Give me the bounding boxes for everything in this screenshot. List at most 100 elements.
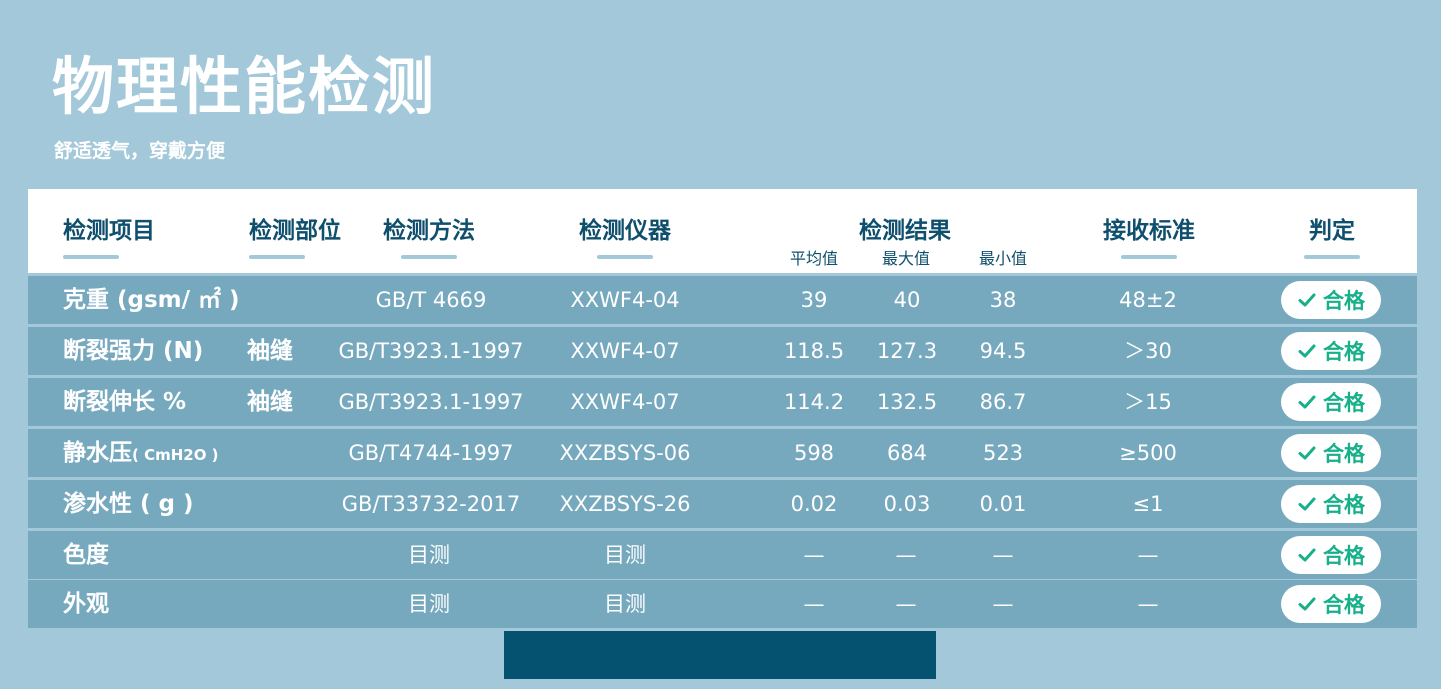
judgement-label: 合格	[1323, 493, 1365, 517]
pass-badge: 合格	[1281, 485, 1381, 523]
row-method: 目测	[408, 592, 450, 616]
row-max: 127.3	[876, 339, 938, 363]
row-method: GB/T3923.1-1997	[338, 390, 524, 414]
row-avg: —	[803, 592, 825, 616]
check-icon	[1298, 597, 1316, 611]
bottom-bar	[504, 631, 936, 679]
row-method: GB/T3923.1-1997	[338, 339, 524, 363]
header-underline	[1304, 255, 1360, 259]
table-row: 外观 目测 目测 — — — — 合格	[28, 580, 1417, 628]
header-underline	[249, 255, 305, 259]
row-method: GB/T 4669	[375, 288, 487, 312]
row-standard: ≥500	[1119, 441, 1177, 465]
check-icon	[1298, 395, 1316, 409]
row-min: 523	[982, 441, 1024, 465]
row-avg: 0.02	[790, 492, 838, 516]
pass-badge: 合格	[1281, 536, 1381, 574]
page-subtitle: 舒适透气，穿戴方便	[54, 140, 226, 162]
row-instrument: 目测	[604, 592, 646, 616]
subheader-max: 最大值	[881, 249, 931, 268]
row-standard: 48±2	[1119, 288, 1177, 312]
row-instrument: XXWF4-07	[570, 339, 680, 363]
table-row: 断裂伸长 % 袖缝 GB/T3923.1-1997 XXWF4-07 114.2…	[28, 378, 1417, 426]
check-icon	[1298, 446, 1316, 460]
row-method: GB/T4744-1997	[348, 441, 514, 465]
header-instrument: 检测仪器	[579, 218, 671, 244]
row-item-unit: ( CmH2O )	[132, 446, 219, 464]
row-avg: 39	[800, 288, 828, 312]
header-underline	[1121, 255, 1177, 259]
row-item: 静水压( CmH2O )	[63, 429, 219, 477]
row-min: 38	[989, 288, 1017, 312]
judgement-label: 合格	[1323, 442, 1365, 466]
row-standard: —	[1137, 592, 1159, 616]
table-row: 断裂强力 (N) 袖缝 GB/T3923.1-1997 XXWF4-07 118…	[28, 327, 1417, 375]
row-instrument: XXWF4-04	[570, 288, 680, 312]
row-item: 断裂伸长 %	[63, 389, 187, 415]
pass-badge: 合格	[1281, 434, 1381, 472]
table-row: 克重 (gsm/ ㎡ ) GB/T 4669 XXWF4-04 39 40 38…	[28, 276, 1417, 324]
header-item: 检测项目	[63, 218, 155, 244]
row-item: 外观	[63, 591, 109, 617]
row-part: 袖缝	[247, 389, 293, 415]
table-header: 检测项目 检测部位 检测方法 检测仪器 检测结果 平均值 最大值 最小值 接收标…	[28, 189, 1417, 273]
table-row: 色度 目测 目测 — — — — 合格	[28, 531, 1417, 579]
row-part: 袖缝	[247, 338, 293, 364]
subheader-avg: 平均值	[789, 249, 839, 268]
row-standard: ≤1	[1132, 492, 1164, 516]
row-max: 0.03	[883, 492, 931, 516]
row-min: 86.7	[979, 390, 1027, 414]
pass-badge: 合格	[1281, 383, 1381, 421]
row-instrument: XXZBSYS-26	[559, 492, 691, 516]
row-avg: 118.5	[783, 339, 845, 363]
row-method: 目测	[408, 543, 450, 567]
header-underline	[63, 255, 119, 259]
row-max: —	[895, 592, 917, 616]
row-standard: ＞15	[1124, 390, 1172, 414]
check-icon	[1298, 293, 1316, 307]
row-instrument: XXWF4-07	[570, 390, 680, 414]
table-row: 渗水性 ( g ) GB/T33732-2017 XXZBSYS-26 0.02…	[28, 480, 1417, 528]
row-max: 132.5	[876, 390, 938, 414]
check-icon	[1298, 344, 1316, 358]
header-part: 检测部位	[249, 218, 341, 244]
header-result: 检测结果	[859, 218, 951, 244]
pass-badge: 合格	[1281, 281, 1381, 319]
row-item: 断裂强力 (N)	[63, 338, 204, 364]
judgement-label: 合格	[1323, 544, 1365, 568]
row-max: 40	[893, 288, 921, 312]
header-underline	[401, 255, 457, 259]
row-standard: —	[1137, 543, 1159, 567]
row-min: —	[992, 543, 1014, 567]
row-item: 渗水性 ( g )	[63, 491, 194, 517]
row-instrument: XXZBSYS-06	[559, 441, 691, 465]
row-max: 684	[886, 441, 928, 465]
pass-badge: 合格	[1281, 332, 1381, 370]
row-min: —	[992, 592, 1014, 616]
header-judgement: 判定	[1309, 218, 1355, 244]
row-avg: 598	[793, 441, 835, 465]
row-avg: 114.2	[783, 390, 845, 414]
subheader-min: 最小值	[978, 249, 1028, 268]
row-avg: —	[803, 543, 825, 567]
judgement-label: 合格	[1323, 593, 1365, 617]
judgement-label: 合格	[1323, 340, 1365, 364]
header-standard: 接收标准	[1103, 218, 1195, 244]
pass-badge: 合格	[1281, 585, 1381, 623]
judgement-label: 合格	[1323, 289, 1365, 313]
row-item: 克重 (gsm/ ㎡ )	[63, 287, 240, 313]
page-title: 物理性能检测	[52, 50, 437, 123]
row-min: 94.5	[979, 339, 1027, 363]
header-underline	[597, 255, 653, 259]
inspection-table: 检测项目 检测部位 检测方法 检测仪器 检测结果 平均值 最大值 最小值 接收标…	[28, 189, 1417, 628]
table-row: 静水压( CmH2O ) GB/T4744-1997 XXZBSYS-06 59…	[28, 429, 1417, 477]
judgement-label: 合格	[1323, 391, 1365, 415]
row-method: GB/T33732-2017	[341, 492, 521, 516]
row-item: 色度	[63, 542, 109, 568]
row-item-name: 静水压	[63, 440, 132, 466]
row-max: —	[895, 543, 917, 567]
check-icon	[1298, 497, 1316, 511]
row-min: 0.01	[979, 492, 1027, 516]
row-standard: ＞30	[1124, 339, 1172, 363]
check-icon	[1298, 548, 1316, 562]
